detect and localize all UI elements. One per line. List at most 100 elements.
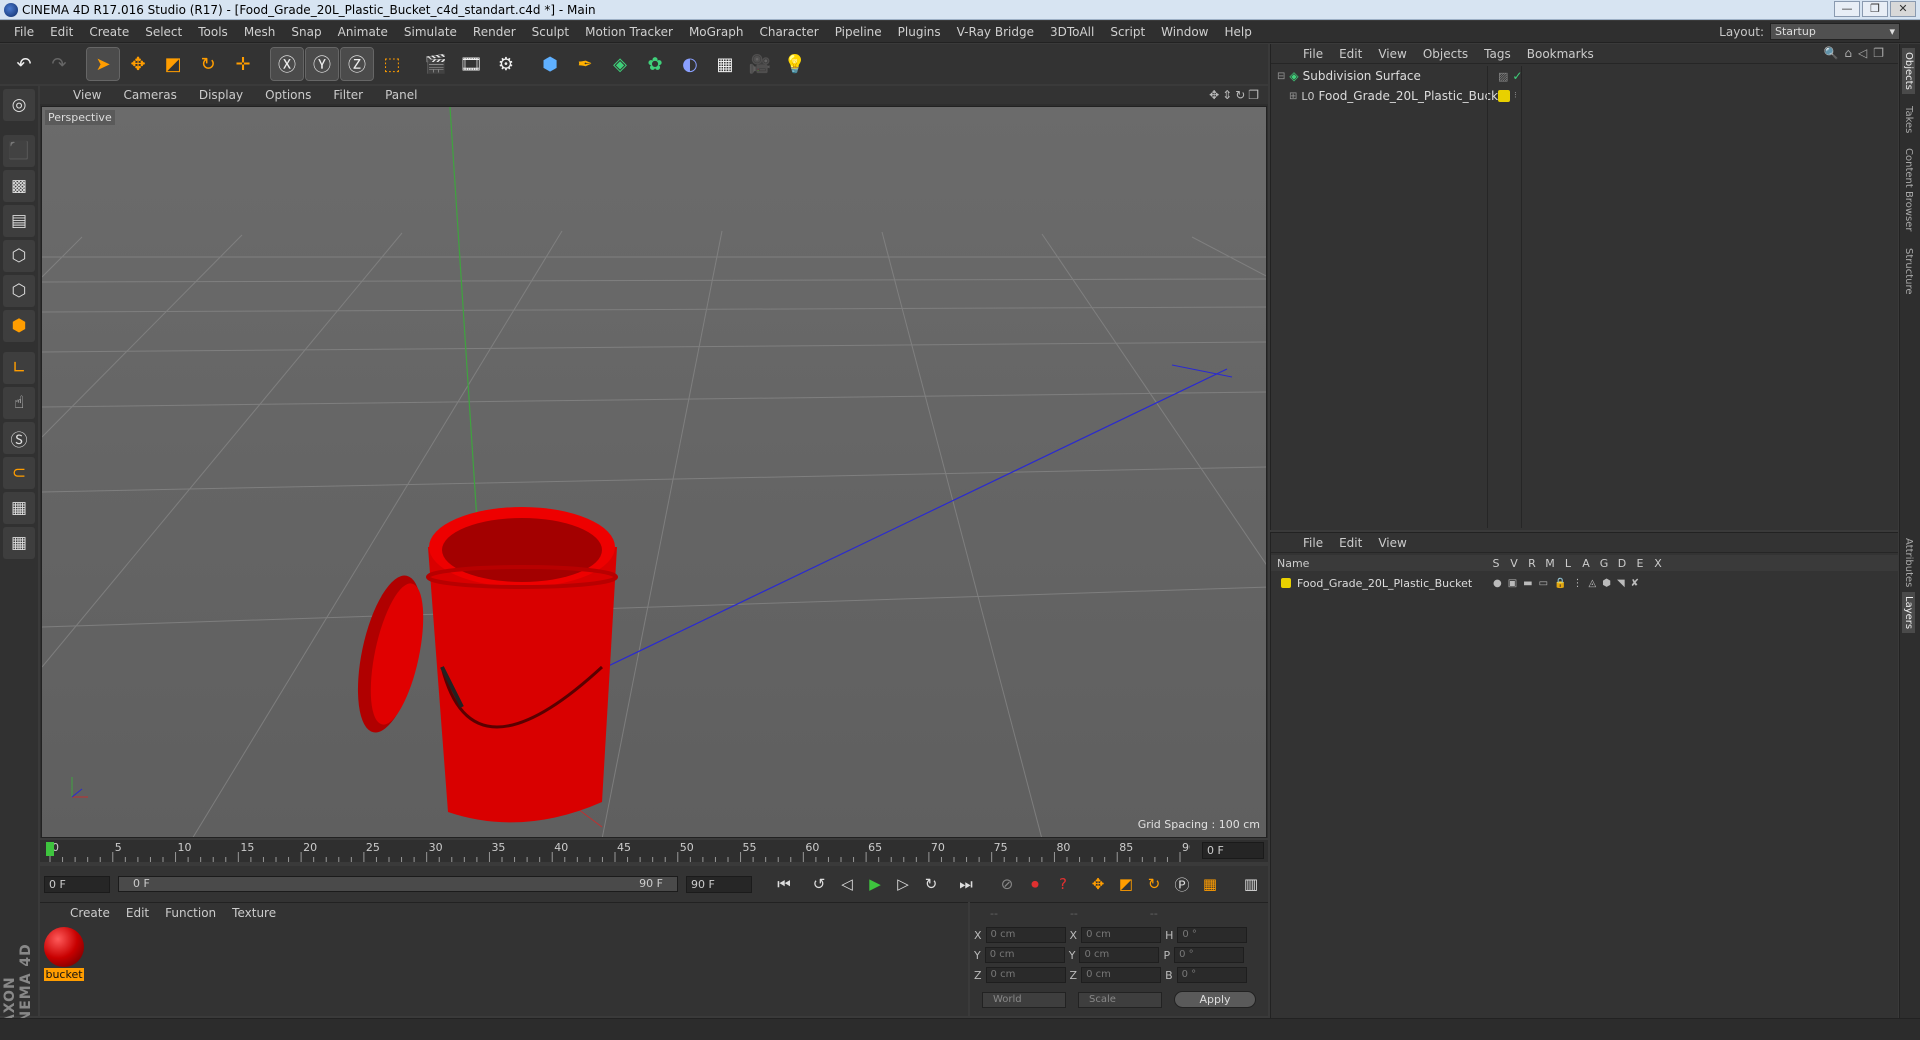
tab-structure[interactable]: Structure xyxy=(1902,244,1915,299)
menu-vray-bridge[interactable]: V-Ray Bridge xyxy=(949,25,1042,39)
viewport-menu-display[interactable]: Display xyxy=(188,88,254,102)
menu-file[interactable]: File xyxy=(6,25,42,39)
next-frame-icon[interactable]: ▷ xyxy=(890,871,916,897)
tab-takes[interactable]: Takes xyxy=(1902,102,1915,137)
z-axis-icon[interactable]: Ⓩ xyxy=(340,47,374,81)
layout-select[interactable]: Startup xyxy=(1770,23,1900,40)
world-coords-icon[interactable]: ⬚ xyxy=(376,48,408,80)
tweak-mode-icon[interactable]: ☝ xyxy=(3,387,35,419)
previous-frame-icon[interactable]: ◁ xyxy=(834,871,860,897)
scale-icon[interactable]: ◩ xyxy=(157,48,189,80)
key-position-icon[interactable]: ✥ xyxy=(1085,871,1111,897)
menu-motion-tracker[interactable]: Motion Tracker xyxy=(577,25,681,39)
editor-visibility-icon[interactable]: ▨ xyxy=(1498,70,1508,83)
go-to-start-icon[interactable]: ⏮ xyxy=(771,871,797,897)
menu-simulate[interactable]: Simulate xyxy=(396,25,465,39)
y-axis-icon[interactable]: Ⓨ xyxy=(305,47,339,81)
layer-menu-edit[interactable]: Edit xyxy=(1331,536,1370,550)
pen-spline-icon[interactable]: ✒ xyxy=(569,48,601,80)
size-y-field[interactable]: 0 cm xyxy=(1079,947,1160,963)
coordinate-system-select[interactable]: World xyxy=(982,991,1066,1008)
menu-edit[interactable]: Edit xyxy=(42,25,81,39)
object-menu-view[interactable]: View xyxy=(1370,47,1414,61)
material-menu-create[interactable]: Create xyxy=(62,906,118,920)
model-mode-icon[interactable]: ⬛ xyxy=(3,135,35,167)
light-icon[interactable]: 💡 xyxy=(779,48,811,80)
object-row-bucket[interactable]: ⊞ L0 Food_Grade_20L_Plastic_Bucket ⁝ xyxy=(1271,86,1899,106)
position-y-field[interactable]: 0 cm xyxy=(984,947,1065,963)
layer-menu-file[interactable]: File xyxy=(1295,536,1331,550)
timeline-window-icon[interactable]: ▥ xyxy=(1238,871,1264,897)
rotation-b-field[interactable]: 0 ° xyxy=(1176,967,1247,983)
apply-button[interactable]: Apply xyxy=(1174,991,1256,1008)
workplane-mode-icon[interactable]: ▤ xyxy=(3,205,35,237)
last-tool-icon[interactable]: ✛ xyxy=(227,48,259,80)
tab-layers[interactable]: Layers xyxy=(1902,592,1915,634)
collapse-icon[interactable]: ⊟ xyxy=(1277,71,1285,82)
key-pla-icon[interactable]: ▦ xyxy=(1197,871,1223,897)
rotation-p-field[interactable]: 0 ° xyxy=(1174,947,1245,963)
playhead-marker[interactable] xyxy=(46,842,54,856)
layer-toggle-icons[interactable]: ●▣▬▭🔒⋮◬⬢◥✘ xyxy=(1493,578,1645,589)
menu-mograph[interactable]: MoGraph xyxy=(681,25,752,39)
undo-icon[interactable]: ↶ xyxy=(8,48,40,80)
workplane-lock-icon[interactable]: ▦ xyxy=(3,492,35,524)
floor-icon[interactable]: ▦ xyxy=(709,48,741,80)
render-view-icon[interactable]: 🎬 xyxy=(420,48,452,80)
rotate-icon[interactable]: ↻ xyxy=(192,48,224,80)
autokey-icon[interactable]: ⏺ xyxy=(1022,871,1048,897)
object-menu-edit[interactable]: Edit xyxy=(1331,47,1370,61)
menu-character[interactable]: Character xyxy=(751,25,826,39)
object-menu-objects[interactable]: Objects xyxy=(1415,47,1476,61)
x-axis-icon[interactable]: Ⓧ xyxy=(270,47,304,81)
go-to-end-icon[interactable]: ⏭ xyxy=(953,871,979,897)
magnet-icon[interactable]: ⊂ xyxy=(3,457,35,489)
rotation-h-field[interactable]: 0 ° xyxy=(1177,927,1248,943)
position-x-field[interactable]: 0 cm xyxy=(985,927,1066,943)
redo-icon[interactable]: ↷ xyxy=(43,48,75,80)
menu-plugins[interactable]: Plugins xyxy=(890,25,949,39)
menu-script[interactable]: Script xyxy=(1102,25,1153,39)
layer-color-tag[interactable] xyxy=(1498,90,1510,102)
material-menu-function[interactable]: Function xyxy=(157,906,224,920)
close-button[interactable]: ✕ xyxy=(1890,1,1916,17)
object-manager-nav-icons[interactable]: 🔍⌂◁❐ xyxy=(1823,46,1890,60)
axis-mode-icon[interactable]: ∟ xyxy=(3,352,35,384)
menu-help[interactable]: Help xyxy=(1216,25,1259,39)
key-scale-icon[interactable]: ◩ xyxy=(1113,871,1139,897)
menu-3dtoall[interactable]: 3DToAll xyxy=(1042,25,1102,39)
polygons-mode-icon[interactable]: ⬢ xyxy=(3,310,35,342)
material-menu-edit[interactable]: Edit xyxy=(118,906,157,920)
viewport-menu-cameras[interactable]: Cameras xyxy=(112,88,187,102)
position-z-field[interactable]: 0 cm xyxy=(985,967,1066,983)
subdivision-icon[interactable]: ◈ xyxy=(604,48,636,80)
frame-range-slider[interactable]: 0 F 90 F xyxy=(118,876,678,892)
menu-sculpt[interactable]: Sculpt xyxy=(524,25,577,39)
points-mode-icon[interactable]: ⬡ xyxy=(3,240,35,272)
key-parameter-icon[interactable]: Ⓟ xyxy=(1169,871,1195,897)
render-settings-icon[interactable]: ⚙ xyxy=(490,48,522,80)
menu-snap[interactable]: Snap xyxy=(283,25,329,39)
layer-row[interactable]: Food_Grade_20L_Plastic_Bucket ●▣▬▭🔒⋮◬⬢◥✘ xyxy=(1271,573,1899,593)
tab-attributes[interactable]: Attributes xyxy=(1902,534,1915,591)
tab-objects[interactable]: Objects xyxy=(1902,48,1915,94)
tab-content-browser[interactable]: Content Browser xyxy=(1902,144,1915,235)
viewport-nav-icons[interactable]: ✥⇕↻❐ xyxy=(1209,88,1262,102)
make-editable-icon[interactable]: ◎ xyxy=(3,89,35,121)
size-x-field[interactable]: 0 cm xyxy=(1081,927,1162,943)
texture-mode-icon[interactable]: ▩ xyxy=(3,170,35,202)
viewport-menu-options[interactable]: Options xyxy=(254,88,322,102)
menu-pipeline[interactable]: Pipeline xyxy=(827,25,890,39)
size-z-field[interactable]: 0 cm xyxy=(1081,967,1162,983)
menu-tools[interactable]: Tools xyxy=(190,25,236,39)
material-menu-texture[interactable]: Texture xyxy=(224,906,284,920)
expand-icon[interactable]: ⊞ xyxy=(1289,91,1297,102)
menu-render[interactable]: Render xyxy=(465,25,524,39)
viewport-menu-panel[interactable]: Panel xyxy=(374,88,428,102)
maximize-button[interactable]: ❐ xyxy=(1862,1,1888,17)
viewport-menu-view[interactable]: View xyxy=(62,88,112,102)
snap-icon[interactable]: Ⓢ xyxy=(3,422,35,454)
next-key-icon[interactable]: ↻ xyxy=(918,871,944,897)
key-rotation-icon[interactable]: ↻ xyxy=(1141,871,1167,897)
solo-mode-icon[interactable]: ▦ xyxy=(3,527,35,559)
